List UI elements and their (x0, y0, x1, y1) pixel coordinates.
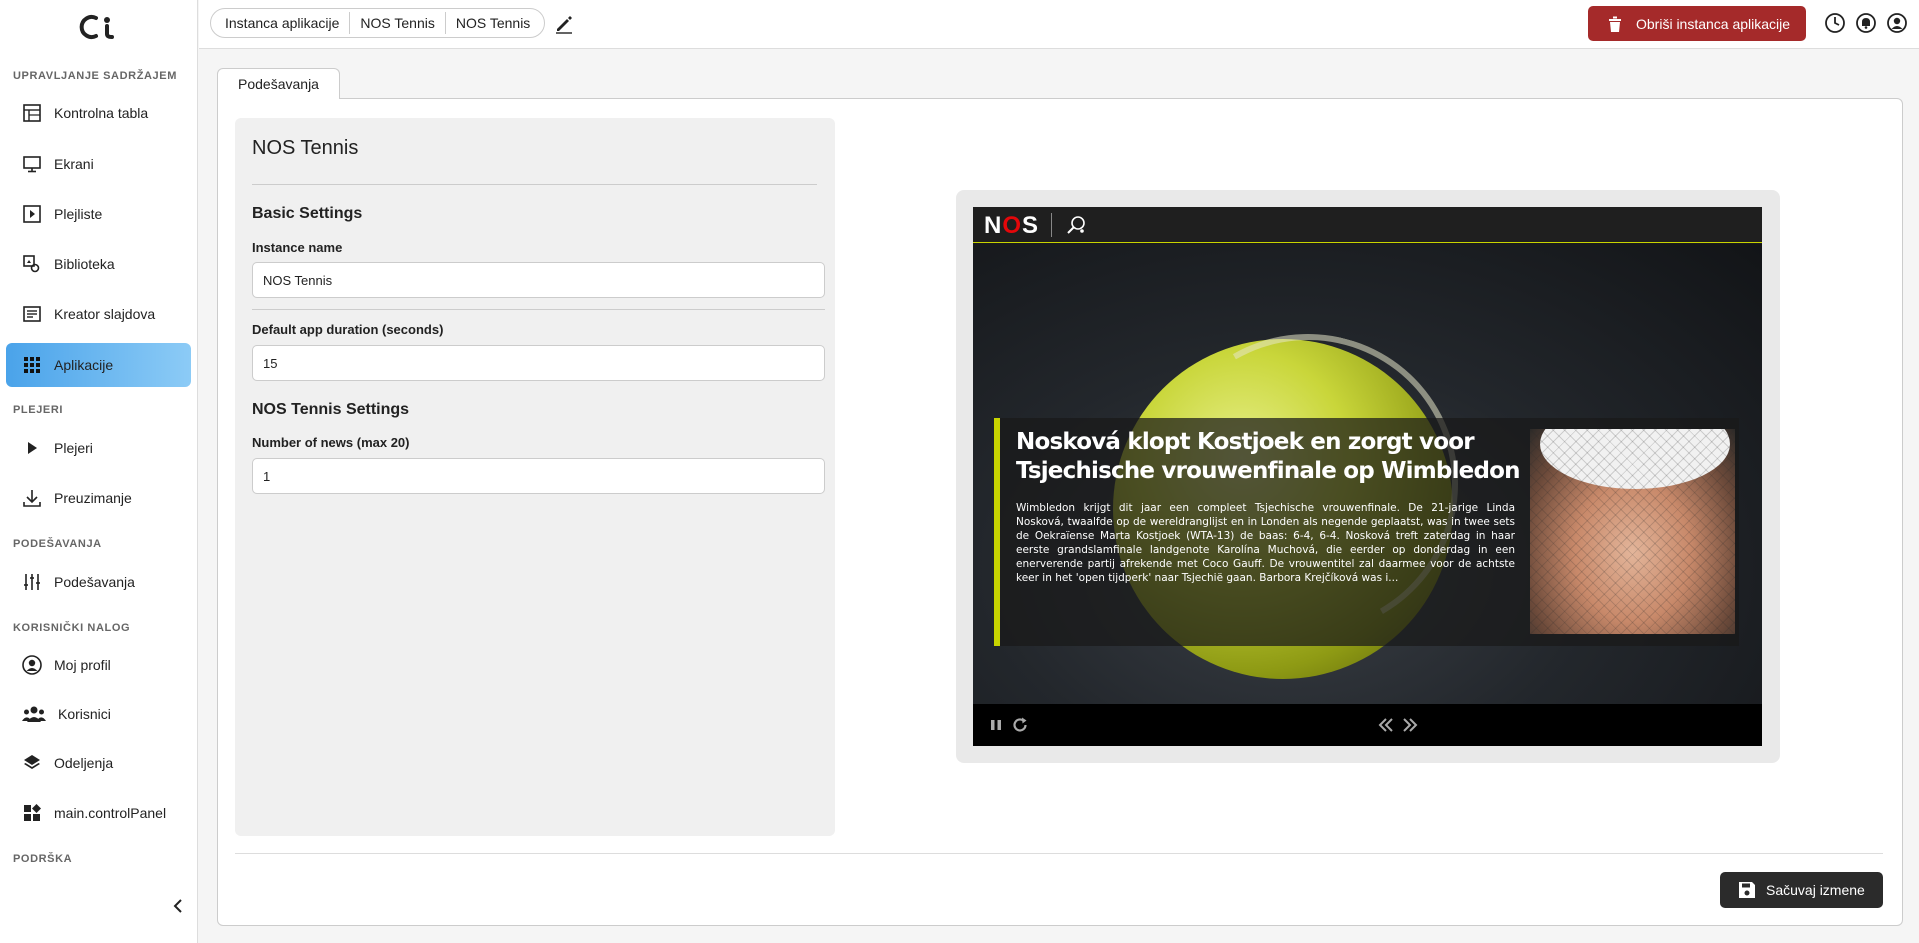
section-title-account: KORISNIČKI NALOG (13, 622, 131, 634)
next-icon[interactable] (1401, 716, 1419, 734)
sidebar-item-label: Odeljenja (54, 755, 114, 771)
divider (252, 309, 825, 310)
dashboard-icon (22, 103, 42, 123)
sidebar-item-label: Moj profil (54, 657, 111, 673)
layers-icon (22, 753, 42, 773)
news-photo (1530, 429, 1735, 634)
collapse-sidebar-icon[interactable] (170, 898, 186, 914)
breadcrumb-item[interactable]: Instanca aplikacije (215, 9, 349, 37)
tab-settings[interactable]: Podešavanja (217, 68, 340, 99)
playlist-icon (22, 204, 42, 224)
users-icon (22, 704, 46, 724)
sidebar-item-label: Kontrolna tabla (54, 105, 149, 121)
reload-icon[interactable] (1011, 716, 1029, 734)
footer-divider (235, 853, 1883, 854)
section-title-players: PLEJERI (13, 404, 64, 416)
player-header: NOS (973, 207, 1762, 243)
sidebar-item-label: main.controlPanel (54, 805, 167, 821)
delete-button-label: Obriši instanca aplikacije (1636, 15, 1791, 32)
news-headline: Nosková klopt Kostjoek en zorgt voor Tsj… (1016, 429, 1521, 484)
player-controls (973, 704, 1762, 746)
sidebar-item-label: Ekrani (54, 156, 94, 172)
sidebar-item-label: Kreator slajdova (54, 306, 156, 322)
instance-name-input[interactable] (252, 262, 825, 298)
tennis-ball-background: Nosková klopt Kostjoek en zorgt voor Tsj… (973, 244, 1762, 704)
clock-icon[interactable] (1824, 12, 1846, 34)
news-body: Wimbledon krijgt dit jaar een compleet T… (1016, 502, 1515, 584)
news-count-label: Number of news (max 20) (252, 435, 410, 450)
sidebar-item-users[interactable]: Korisnici (6, 692, 191, 736)
sidebar-item-apps[interactable]: Aplikacije (6, 343, 191, 387)
sidebar-item-screens[interactable]: Ekrani (6, 142, 191, 186)
save-changes-button[interactable]: Sačuvaj izmene (1720, 872, 1883, 908)
floppy-disk-icon (1739, 882, 1755, 898)
duration-input[interactable] (252, 345, 825, 381)
sidebar-item-playlists[interactable]: Plejliste (6, 192, 191, 236)
news-count-input[interactable] (252, 458, 825, 494)
section-title-settings: PODEŠAVANJA (13, 538, 102, 550)
library-icon (22, 254, 42, 274)
sidebar-item-departments[interactable]: Odeljenja (6, 741, 191, 785)
sidebar-item-label: Plejeri (54, 440, 93, 456)
download-icon (22, 488, 42, 508)
basic-settings-heading: Basic Settings (252, 205, 363, 222)
pencil-icon[interactable] (554, 14, 574, 34)
section-title-support: PODRŠKA (13, 853, 73, 865)
breadcrumb-item[interactable]: NOS Tennis (350, 9, 444, 37)
play-icon (22, 438, 42, 458)
sidebar-item-profile[interactable]: Moj profil (6, 643, 191, 687)
sidebar-item-label: Aplikacije (54, 357, 114, 373)
sidebar-item-settings[interactable]: Podešavanja (6, 560, 191, 604)
widgets-icon (22, 803, 42, 823)
nos-logo: NOS (984, 212, 1040, 239)
breadcrumb: Instanca aplikacije NOS Tennis NOS Tenni… (210, 8, 546, 38)
app-preview-player: NOS Nosková klopt Kostjoek en zorgt voor… (973, 207, 1762, 746)
sidebar-item-slide-creator[interactable]: Kreator slajdova (6, 292, 191, 336)
sidebar-item-label: Korisnici (58, 706, 111, 722)
sidebar-item-download[interactable]: Preuzimanje (6, 476, 191, 520)
instance-name-label: Instance name (252, 240, 343, 255)
top-bar: Instanca aplikacije NOS Tennis NOS Tenni… (199, 0, 1919, 49)
duration-label: Default app duration (seconds) (252, 322, 444, 337)
section-title-content: UPRAVLJANJE SADRŽAJEM (13, 70, 177, 82)
sidebar-item-label: Plejliste (54, 206, 103, 222)
sidebar: UPRAVLJANJE SADRŽAJEM Kontrolna tabla Ek… (0, 0, 198, 943)
form-title: NOS Tennis (252, 137, 359, 159)
sidebar-item-players[interactable]: Plejeri (6, 426, 191, 470)
sidebar-item-dashboard[interactable]: Kontrolna tabla (6, 91, 191, 135)
sidebar-item-library[interactable]: Biblioteka (6, 242, 191, 286)
monitor-icon (22, 154, 42, 174)
previous-icon[interactable] (1377, 716, 1395, 734)
profile-icon (22, 655, 42, 675)
sidebar-item-control-panel[interactable]: main.controlPanel (6, 791, 191, 835)
sliders-icon (22, 572, 42, 592)
save-button-label: Sačuvaj izmene (1766, 882, 1865, 898)
photo-net-overlay (1530, 429, 1735, 634)
sidebar-item-label: Preuzimanje (54, 490, 132, 506)
app-settings-heading: NOS Tennis Settings (252, 401, 410, 418)
slide-icon (22, 304, 42, 324)
header-divider (1051, 213, 1052, 237)
bell-icon[interactable] (1855, 12, 1877, 34)
apps-grid-icon (22, 355, 42, 375)
divider (252, 184, 817, 185)
pause-icon[interactable] (987, 716, 1005, 734)
sidebar-item-label: Podešavanja (54, 574, 135, 590)
news-card: Nosková klopt Kostjoek en zorgt voor Tsj… (994, 418, 1739, 646)
ci-logo[interactable] (74, 12, 124, 42)
sidebar-item-label: Biblioteka (54, 256, 115, 272)
trash-icon (1609, 16, 1621, 32)
delete-instance-button[interactable]: Obriši instanca aplikacije (1588, 6, 1806, 41)
tennis-racket-icon (1067, 216, 1085, 234)
breadcrumb-item[interactable]: NOS Tennis (446, 9, 540, 37)
user-account-icon[interactable] (1886, 12, 1908, 34)
